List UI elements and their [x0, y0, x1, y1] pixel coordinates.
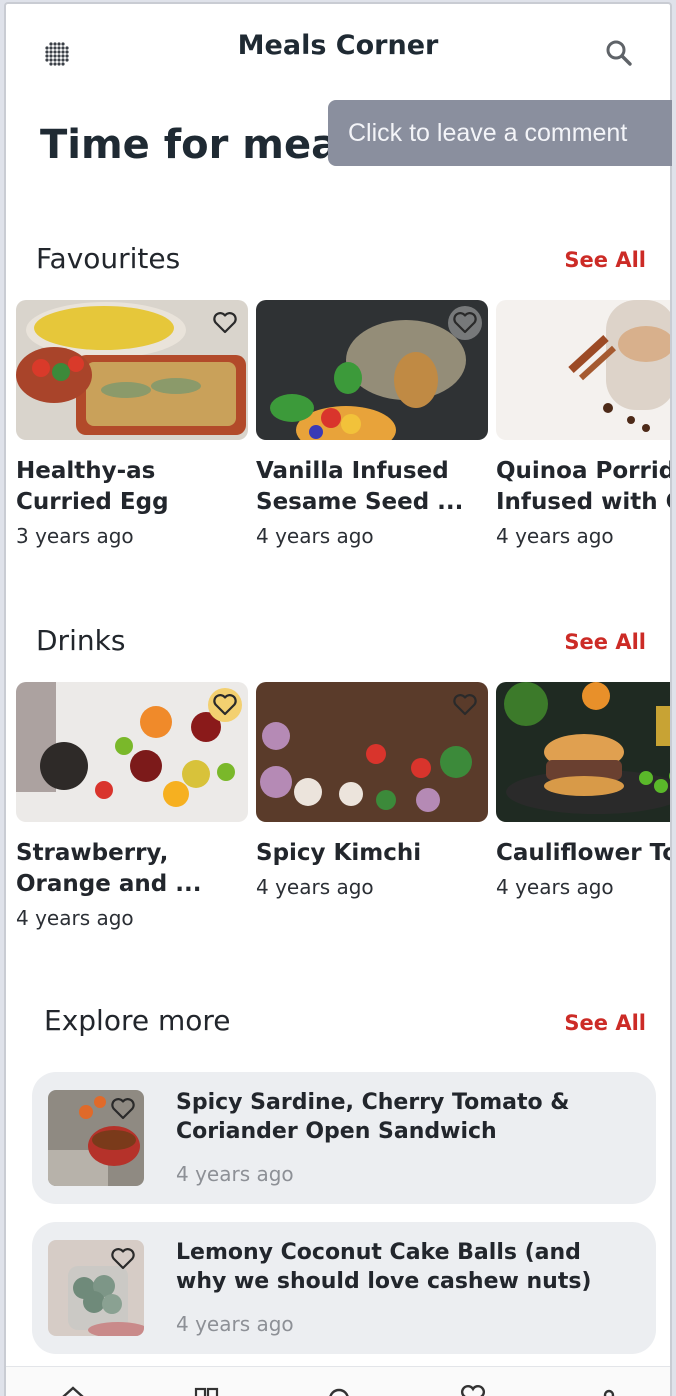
explore-icon[interactable]: [324, 1383, 354, 1396]
search-icon[interactable]: [604, 38, 634, 68]
app-screen: Meals Corner Time for meals Favourites S…: [4, 2, 672, 1396]
favourite-card[interactable]: Healthy-as Curried Egg 3 years ago: [16, 300, 248, 548]
favourite-card[interactable]: Quinoa Porridge Infused with C 4 years a…: [496, 300, 670, 548]
heart-outline-icon[interactable]: [448, 306, 482, 340]
recipe-title: Vanilla Infused Sesame Seed ...: [256, 458, 464, 515]
recipe-title: Cauliflower To: [496, 840, 672, 866]
comment-tooltip[interactable]: Click to leave a comment: [328, 100, 672, 166]
categories-icon[interactable]: [192, 1383, 222, 1396]
recipe-time: 4 years ago: [496, 875, 614, 899]
heart-outline-icon[interactable]: [208, 306, 242, 340]
recipe-title: Lemony Coconut Cake Balls (and why we sh…: [176, 1240, 592, 1294]
page-headline: Time for meals: [40, 122, 376, 168]
bottom-navigation: [6, 1366, 670, 1396]
recipe-image: [256, 682, 488, 822]
recipe-title: Quinoa Porridge Infused with C: [496, 458, 670, 515]
recipe-time: 4 years ago: [256, 875, 374, 899]
favourites-icon[interactable]: [458, 1383, 488, 1396]
recipe-image: [496, 682, 670, 822]
recipe-image: [496, 300, 670, 440]
recipe-title: Healthy-as Curried Egg: [16, 458, 169, 515]
favourites-section-title: Favourites: [36, 242, 181, 275]
recipe-time: 3 years ago: [16, 524, 134, 548]
recipe-title: Strawberry, Orange and ...: [16, 840, 202, 897]
profile-icon[interactable]: [594, 1383, 624, 1396]
recipe-time: 4 years ago: [16, 906, 134, 930]
drink-card[interactable]: Cauliflower To 4 years ago: [496, 682, 672, 899]
drinks-see-all-link[interactable]: See All: [564, 630, 646, 654]
recipe-title: Spicy Sardine, Cherry Tomato & Coriander…: [176, 1090, 570, 1144]
heart-outline-icon[interactable]: [108, 1094, 138, 1124]
drink-card[interactable]: Strawberry, Orange and ... 4 years ago: [16, 682, 248, 930]
favourites-see-all-link[interactable]: See All: [564, 248, 646, 272]
recipe-time: 4 years ago: [496, 524, 614, 548]
recipe-image: [16, 682, 248, 822]
recipe-time: 4 years ago: [256, 524, 374, 548]
explore-see-all-link[interactable]: See All: [564, 1011, 646, 1035]
recipe-image: [256, 300, 488, 440]
app-title: Meals Corner: [237, 30, 439, 61]
drink-card[interactable]: Spicy Kimchi 4 years ago: [256, 682, 488, 899]
recipe-image: [16, 300, 248, 440]
recipe-time: 4 years ago: [176, 1162, 294, 1186]
drinks-section-title: Drinks: [36, 624, 126, 657]
recipe-title: Spicy Kimchi: [256, 840, 422, 866]
explore-list-item[interactable]: Spicy Sardine, Cherry Tomato & Coriander…: [32, 1072, 656, 1204]
heart-outline-icon[interactable]: [208, 688, 242, 722]
heart-outline-icon[interactable]: [108, 1244, 138, 1274]
app-bar: Meals Corner: [6, 4, 670, 94]
explore-section-title: Explore more: [44, 1004, 231, 1037]
home-icon[interactable]: [58, 1383, 88, 1396]
heart-outline-icon[interactable]: [448, 688, 482, 722]
explore-list-item[interactable]: Lemony Coconut Cake Balls (and why we sh…: [32, 1222, 656, 1354]
favourite-card[interactable]: Vanilla Infused Sesame Seed ... 4 years …: [256, 300, 488, 548]
recipe-time: 4 years ago: [176, 1312, 294, 1336]
tooltip-text: Click to leave a comment: [348, 118, 628, 147]
